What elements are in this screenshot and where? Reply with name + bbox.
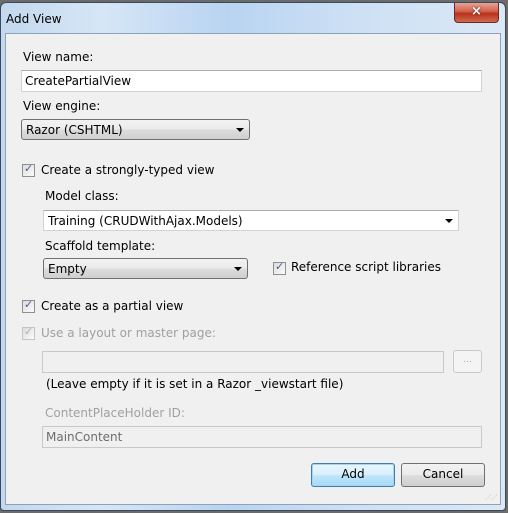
view-engine-select[interactable]: Razor (CSHTML) [21,119,250,140]
browse-layout-button[interactable]: ... [453,350,482,373]
reference-scripts-label: Reference script libraries [291,260,441,274]
dialog-title: Add View [6,12,62,26]
reference-scripts-checkbox[interactable]: ✓ [273,260,286,275]
partial-view-label: Create as a partial view [41,299,184,313]
scaffold-template-label: Scaffold template: [45,239,156,253]
check-icon: ✓ [24,298,34,311]
add-button[interactable]: Add [311,463,395,487]
layout-hint: (Leave empty if it is set in a Razor _vi… [46,377,344,391]
view-engine-value: Razor (CSHTML) [26,123,123,137]
view-engine-label: View engine: [23,99,101,113]
add-view-dialog: Add View × View name: CreatePartialView … [0,2,506,511]
partial-view-checkbox[interactable]: ✓ [22,298,35,313]
close-icon: × [471,4,482,19]
scaffold-template-select[interactable]: Empty [43,258,248,279]
model-class-select[interactable]: Training (CRUDWithAjax.Models) [43,210,459,231]
resize-grip[interactable]: ⋰⋰ [485,494,497,501]
check-icon: ✓ [275,260,285,273]
layout-path-input[interactable] [42,351,444,373]
view-name-input[interactable]: CreatePartialView [21,70,482,92]
chevron-down-icon [236,128,244,132]
use-layout-label: Use a layout or master page: [41,326,216,340]
scaffold-template-value: Empty [48,262,87,276]
view-name-label: View name: [23,50,94,64]
content-placeholder-input[interactable]: MainContent [42,426,482,448]
cancel-button[interactable]: Cancel [401,463,485,487]
chevron-down-icon [445,219,453,223]
close-button[interactable]: × [454,3,499,23]
use-layout-checkbox[interactable]: ✓ [22,325,35,340]
content-placeholder-label: ContentPlaceHolder ID: [45,406,185,420]
model-class-label: Model class: [45,189,119,203]
chevron-down-icon [234,267,242,271]
strongly-typed-checkbox[interactable]: ✓ [22,162,35,177]
model-class-value: Training (CRUDWithAjax.Models) [48,214,243,228]
check-icon: ✓ [24,325,34,338]
dialog-body: View name: CreatePartialView View engine… [5,33,501,505]
title-bar: Add View × [1,3,505,33]
strongly-typed-label: Create a strongly-typed view [41,163,215,177]
check-icon: ✓ [24,162,34,175]
